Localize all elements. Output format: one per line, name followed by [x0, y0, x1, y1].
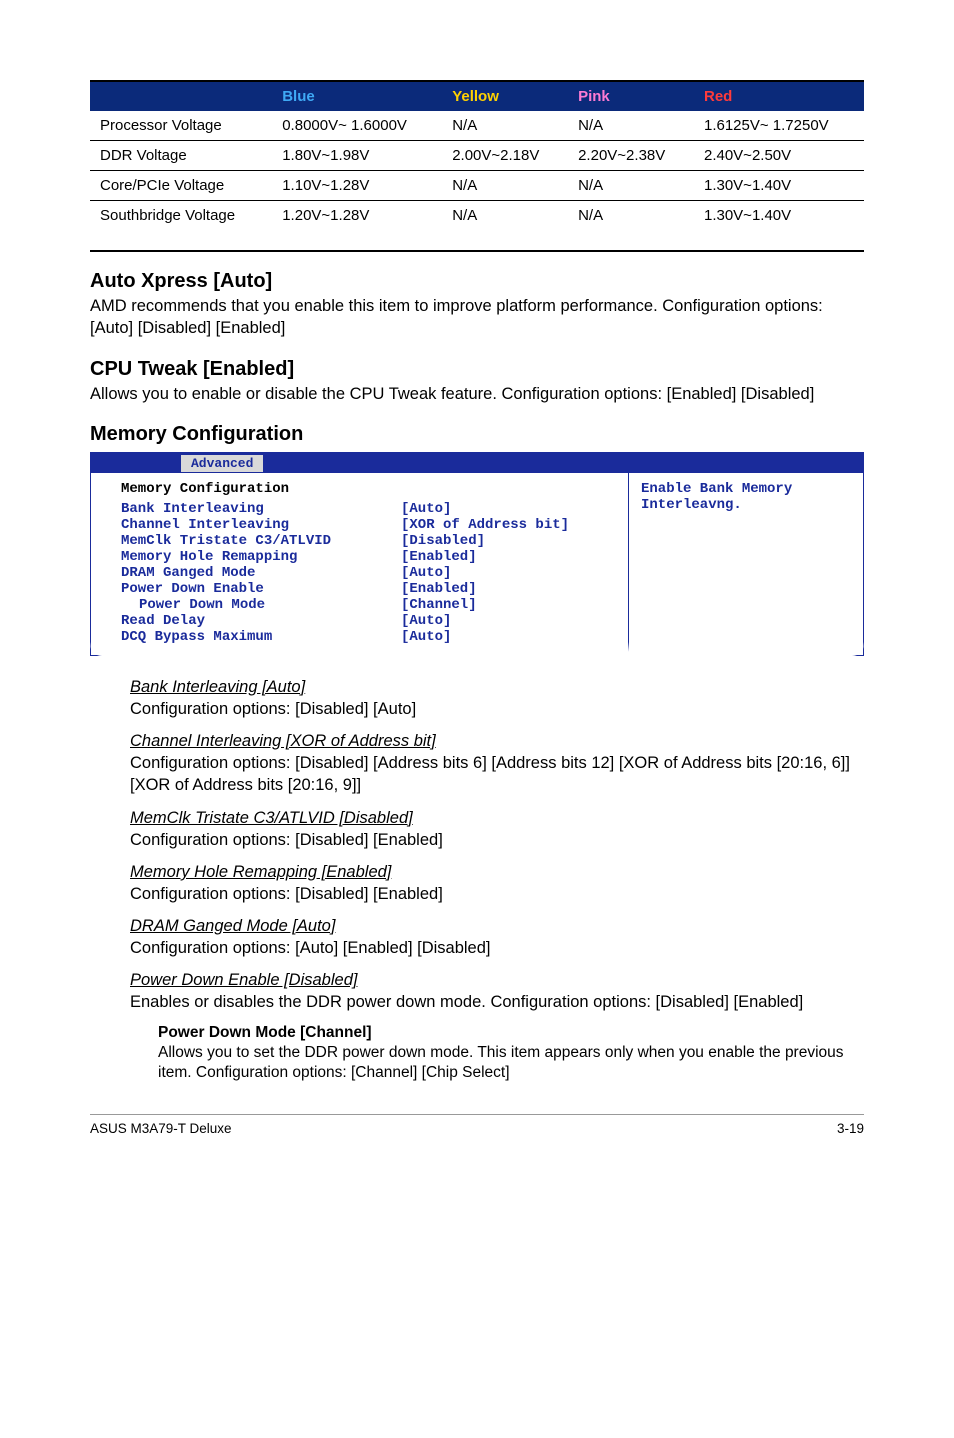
table-row: Southbridge Voltage 1.20V~1.28V N/A N/A …	[90, 201, 864, 231]
bios-row-key: Memory Hole Remapping	[121, 549, 401, 565]
item-pde-title: Power Down Enable [Disabled]	[130, 971, 864, 990]
cell: 1.20V~1.28V	[272, 201, 442, 231]
bios-row-key: DRAM Ganged Mode	[121, 565, 401, 581]
th-blue: Blue	[272, 82, 442, 111]
page-footer: ASUS M3A79-T Deluxe 3-19	[90, 1114, 864, 1136]
th-pink: Pink	[568, 82, 694, 111]
cell: 1.30V~1.40V	[694, 171, 864, 201]
th-yellow: Yellow	[442, 82, 568, 111]
bios-screenshot: Advanced Memory Configuration Bank Inter…	[90, 452, 864, 656]
footer-right: 3-19	[837, 1121, 864, 1136]
bios-row-key: Power Down Mode	[121, 597, 401, 613]
bios-row-key: MemClk Tristate C3/ATLVID	[121, 533, 401, 549]
item-memclk-title: MemClk Tristate C3/ATLVID [Disabled]	[130, 809, 864, 828]
bios-row: Bank Interleaving[Auto]	[121, 501, 614, 517]
bios-row-val: [Channel]	[401, 597, 477, 613]
bios-row: MemClk Tristate C3/ATLVID[Disabled]	[121, 533, 614, 549]
cpu-tweak-desc: Allows you to enable or disable the CPU …	[90, 383, 864, 405]
item-hole-title: Memory Hole Remapping [Enabled]	[130, 863, 864, 882]
item-memclk-desc: Configuration options: [Disabled] [Enabl…	[130, 829, 864, 851]
footer-left: ASUS M3A79-T Deluxe	[90, 1121, 232, 1136]
table-row: Processor Voltage 0.8000V~ 1.6000V N/A N…	[90, 111, 864, 141]
auto-xpress-heading: Auto Xpress [Auto]	[90, 270, 864, 293]
bios-row-val: [Enabled]	[401, 549, 477, 565]
bios-row-key: Bank Interleaving	[121, 501, 401, 517]
item-pdm-title: Power Down Mode [Channel]	[158, 1024, 864, 1042]
bios-row-val: [Disabled]	[401, 533, 485, 549]
cell: N/A	[442, 171, 568, 201]
bios-row-val: [XOR of Address bit]	[401, 517, 569, 533]
bios-row: Power Down Enable[Enabled]	[121, 581, 614, 597]
bios-row-val: [Auto]	[401, 565, 451, 581]
bios-row: Read Delay[Auto]	[121, 613, 614, 629]
cpu-tweak-heading: CPU Tweak [Enabled]	[90, 358, 864, 381]
cell: N/A	[442, 111, 568, 141]
cell: N/A	[568, 201, 694, 231]
cell: Processor Voltage	[90, 111, 272, 141]
bios-row-key: Read Delay	[121, 613, 401, 629]
memory-config-heading: Memory Configuration	[90, 423, 864, 446]
bios-row-val: [Enabled]	[401, 581, 477, 597]
cell: N/A	[568, 111, 694, 141]
item-chan-desc: Configuration options: [Disabled] [Addre…	[130, 752, 864, 797]
cell: N/A	[568, 171, 694, 201]
cell: 1.80V~1.98V	[272, 141, 442, 171]
item-ganged-desc: Configuration options: [Auto] [Enabled] …	[130, 937, 864, 959]
cell: Core/PCIe Voltage	[90, 171, 272, 201]
item-chan-title: Channel Interleaving [XOR of Address bit…	[130, 732, 864, 751]
bios-tab: Advanced	[181, 455, 263, 472]
bios-row: Channel Interleaving[XOR of Address bit]	[121, 517, 614, 533]
cell: Southbridge Voltage	[90, 201, 272, 231]
bios-row-val: [Auto]	[401, 613, 451, 629]
bios-help-text: Enable Bank Memory Interleavng.	[629, 473, 863, 655]
cell: 2.20V~2.38V	[568, 141, 694, 171]
bios-row-key: Power Down Enable	[121, 581, 401, 597]
cell: 2.00V~2.18V	[442, 141, 568, 171]
item-pde-desc: Enables or disables the DDR power down m…	[130, 991, 864, 1013]
bios-row: Memory Hole Remapping[Enabled]	[121, 549, 614, 565]
item-hole-desc: Configuration options: [Disabled] [Enabl…	[130, 883, 864, 905]
table-row: Core/PCIe Voltage 1.10V~1.28V N/A N/A 1.…	[90, 171, 864, 201]
cell: 1.6125V~ 1.7250V	[694, 111, 864, 141]
bios-row-key: Channel Interleaving	[121, 517, 401, 533]
auto-xpress-desc: AMD recommends that you enable this item…	[90, 295, 864, 340]
bios-panel-title: Memory Configuration	[121, 481, 614, 497]
cell: N/A	[442, 201, 568, 231]
cell: 2.40V~2.50V	[694, 141, 864, 171]
th-red: Red	[694, 82, 864, 111]
table-row: DDR Voltage 1.80V~1.98V 2.00V~2.18V 2.20…	[90, 141, 864, 171]
cell: DDR Voltage	[90, 141, 272, 171]
cell: 1.10V~1.28V	[272, 171, 442, 201]
cell: 1.30V~1.40V	[694, 201, 864, 231]
cell: 0.8000V~ 1.6000V	[272, 111, 442, 141]
item-bank-title: Bank Interleaving [Auto]	[130, 678, 864, 697]
bios-row: Power Down Mode[Channel]	[121, 597, 614, 613]
item-bank-desc: Configuration options: [Disabled] [Auto]	[130, 698, 864, 720]
voltage-table: Blue Yellow Pink Red Processor Voltage 0…	[90, 80, 864, 252]
item-pdm-desc: Allows you to set the DDR power down mod…	[158, 1043, 864, 1084]
item-ganged-title: DRAM Ganged Mode [Auto]	[130, 917, 864, 936]
bios-row: DRAM Ganged Mode[Auto]	[121, 565, 614, 581]
th-blank	[90, 82, 272, 111]
bios-row-val: [Auto]	[401, 501, 451, 517]
